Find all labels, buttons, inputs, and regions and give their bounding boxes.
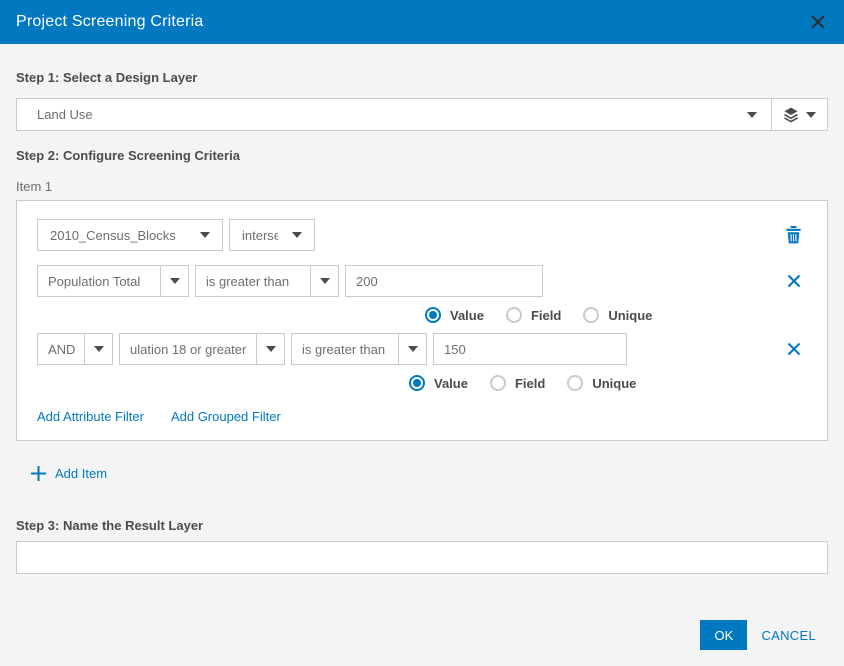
radio-icon	[490, 375, 506, 391]
item-1-panel: 2010_Census_Blocks intersects	[16, 200, 828, 441]
delete-item-button[interactable]	[786, 226, 801, 244]
chevron-down-icon	[310, 266, 338, 296]
add-item-label: Add Item	[55, 466, 107, 481]
radio-icon	[425, 307, 441, 323]
attribute-filter-row: Population Total is greater than	[37, 265, 801, 297]
step3-label: Step 3: Name the Result Layer	[16, 518, 828, 533]
radio-icon	[506, 307, 522, 323]
chevron-down-icon	[806, 112, 816, 118]
criteria-layer-value: 2010_Census_Blocks	[50, 228, 176, 243]
dialog-footer: OK CANCEL	[700, 620, 816, 650]
chevron-down-icon	[200, 232, 210, 238]
radio-value[interactable]: Value	[425, 307, 484, 323]
x-icon	[787, 342, 801, 356]
filter2-join-dropdown[interactable]: AND	[37, 333, 113, 365]
dialog-body: Step 1: Select a Design Layer Land Use S…	[0, 70, 844, 574]
filter1-field-dropdown[interactable]: Population Total	[37, 265, 189, 297]
radio-icon	[567, 375, 583, 391]
add-item-button[interactable]: Add Item	[16, 465, 828, 482]
dialog-header: Project Screening Criteria	[0, 0, 844, 44]
chevron-down-icon	[747, 112, 757, 118]
filter2-join-value: AND	[38, 342, 84, 357]
filter1-operator-dropdown[interactable]: is greater than	[195, 265, 339, 297]
attribute-filter-row: AND ulation 18 or greater is greater tha…	[37, 333, 801, 365]
chevron-down-icon	[292, 232, 302, 238]
remove-filter1-button[interactable]	[787, 274, 801, 288]
close-icon[interactable]	[808, 12, 828, 32]
radio-field[interactable]: Field	[490, 375, 545, 391]
criteria-layer-dropdown[interactable]: 2010_Census_Blocks	[37, 219, 223, 251]
step1-label: Step 1: Select a Design Layer	[16, 70, 828, 85]
add-grouped-filter-link[interactable]: Add Grouped Filter	[171, 409, 281, 424]
filter2-operator-value: is greater than	[292, 342, 398, 357]
ok-button[interactable]: OK	[700, 620, 747, 650]
design-layer-value: Land Use	[37, 107, 93, 122]
filter2-mode-radios: Value Field Unique	[409, 374, 801, 392]
design-layer-select-row: Land Use	[16, 98, 828, 131]
layers-icon	[783, 107, 799, 123]
filter2-field-dropdown[interactable]: ulation 18 or greater	[119, 333, 285, 365]
design-layer-dropdown[interactable]: Land Use	[17, 99, 771, 130]
radio-icon	[409, 375, 425, 391]
spatial-operator-value: intersects	[242, 228, 278, 243]
panel-links-row: Add Attribute Filter Add Grouped Filter	[37, 409, 801, 424]
spatial-operator-dropdown[interactable]: intersects	[229, 219, 315, 251]
radio-value[interactable]: Value	[409, 375, 468, 391]
chevron-down-icon	[256, 334, 284, 364]
radio-field[interactable]: Field	[506, 307, 561, 323]
spatial-filter-row: 2010_Census_Blocks intersects	[37, 219, 801, 251]
filter2-field-value: ulation 18 or greater	[120, 342, 256, 357]
dialog-title: Project Screening Criteria	[16, 13, 204, 31]
x-icon	[787, 274, 801, 288]
chevron-down-icon	[160, 266, 188, 296]
filter1-operator-value: is greater than	[196, 274, 310, 289]
layer-options-button[interactable]	[771, 99, 827, 130]
filter2-operator-dropdown[interactable]: is greater than	[291, 333, 427, 365]
filter1-field-value: Population Total	[38, 274, 160, 289]
radio-unique[interactable]: Unique	[567, 375, 636, 391]
item-1-label: Item 1	[16, 179, 828, 194]
filter1-value-input[interactable]	[345, 265, 543, 297]
filter1-mode-radios: Value Field Unique	[425, 306, 801, 324]
radio-icon	[583, 307, 599, 323]
filter2-value-input[interactable]	[433, 333, 627, 365]
remove-filter2-button[interactable]	[787, 342, 801, 356]
trash-icon	[786, 226, 801, 244]
cancel-button[interactable]: CANCEL	[761, 628, 816, 643]
step2-label: Step 2: Configure Screening Criteria	[16, 148, 828, 163]
chevron-down-icon	[398, 334, 426, 364]
chevron-down-icon	[84, 334, 112, 364]
radio-unique[interactable]: Unique	[583, 307, 652, 323]
plus-icon	[30, 465, 47, 482]
add-attribute-filter-link[interactable]: Add Attribute Filter	[37, 409, 144, 424]
project-screening-criteria-dialog: Project Screening Criteria Step 1: Selec…	[0, 0, 844, 666]
result-layer-name-input[interactable]	[16, 541, 828, 574]
